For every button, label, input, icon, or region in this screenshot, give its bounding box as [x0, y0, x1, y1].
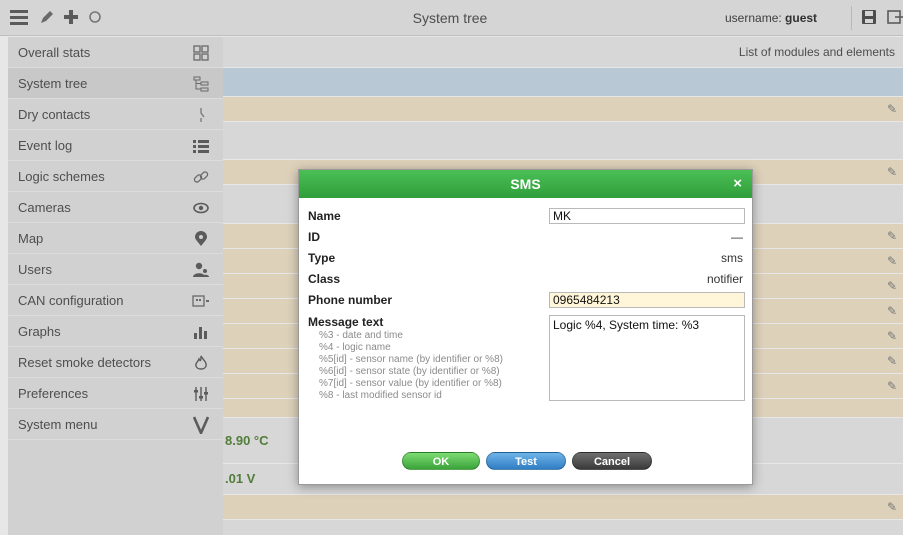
hint-sensor-name: %5[id] - sensor name (by identifier or %…: [319, 354, 503, 365]
id-label: ID: [308, 230, 320, 244]
dialog-title: SMS: [510, 176, 541, 192]
hint-last-modified-sensor: %8 - last modified sensor id: [319, 390, 442, 401]
close-icon[interactable]: ×: [733, 170, 742, 198]
test-button[interactable]: Test: [486, 452, 566, 470]
phone-number-label: Phone number: [308, 293, 393, 307]
type-label: Type: [308, 251, 336, 265]
name-label: Name: [308, 209, 341, 223]
sms-dialog: SMS × Name MK ID — Type sms Class notifi…: [298, 169, 753, 485]
cancel-button[interactable]: Cancel: [572, 452, 652, 470]
class-label: Class: [308, 272, 341, 286]
hint-date-time: %3 - date and time: [319, 330, 403, 341]
dialog-header: SMS ×: [299, 170, 752, 198]
hint-sensor-state: %6[id] - sensor state (by identifier or …: [319, 366, 500, 377]
id-value: —: [731, 230, 743, 244]
type-value: sms: [721, 251, 743, 265]
hint-logic-name: %4 - logic name: [319, 342, 391, 353]
ok-button[interactable]: OK: [402, 452, 480, 470]
message-text-label: Message text: [308, 315, 384, 329]
class-value: notifier: [706, 272, 743, 286]
hint-sensor-value: %7[id] - sensor value (by identifier or …: [319, 378, 502, 389]
name-field[interactable]: MK: [549, 208, 745, 224]
message-text-area[interactable]: Logic %4, System time: %3: [549, 315, 745, 401]
phone-number-field[interactable]: 0965484213: [549, 292, 745, 308]
